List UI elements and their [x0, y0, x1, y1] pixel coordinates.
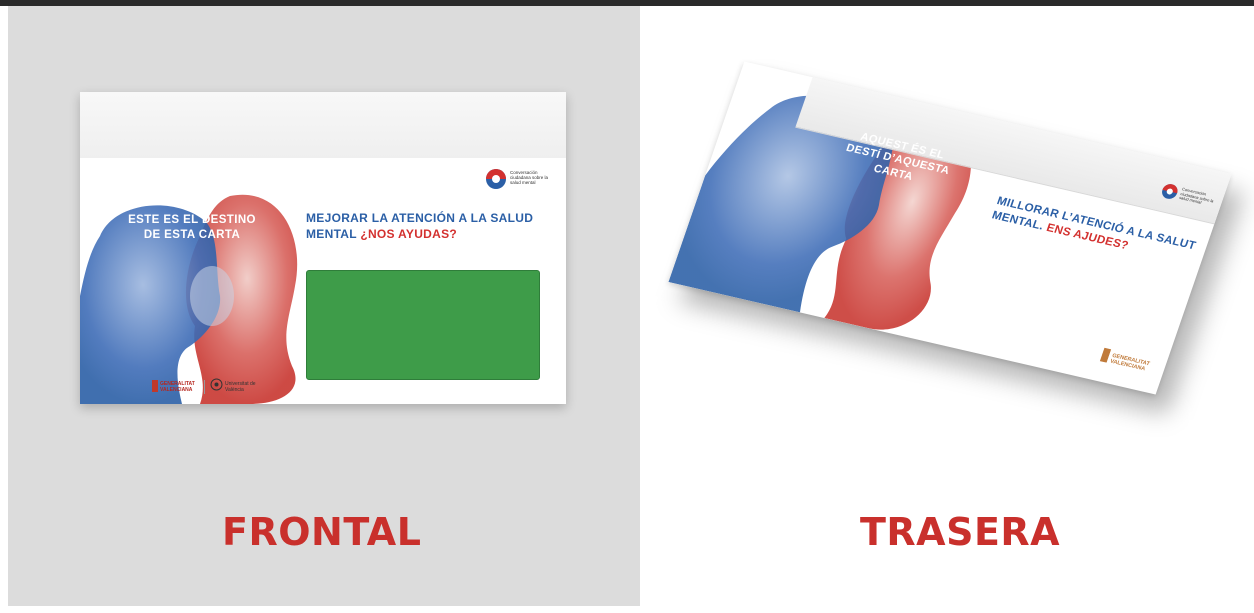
logo-divider: [204, 380, 205, 394]
campaign-logo: Conversación ciudadana sobre la salud me…: [484, 168, 554, 194]
front-envelope: ESTE ES EL DESTINO DE ESTA CARTA MEJORAR…: [80, 92, 566, 404]
slogan-question: ¿NOS AYUDAS?: [360, 227, 458, 241]
generalitat-logo-text: GENERALITAT VALENCIANA: [160, 381, 195, 393]
university-logo: Universitat de València: [210, 378, 270, 396]
generalitat-logo: GENERALITAT VALENCIANA: [152, 378, 202, 396]
campaign-logo-text: Conversación ciudadana sobre la salud me…: [510, 170, 549, 185]
front-headline: ESTE ES EL DESTINO DE ESTA CARTA: [128, 214, 256, 241]
envelope-flap: [80, 92, 566, 159]
generalitat-logo-text: GENERALITAT VALENCIANA: [1109, 352, 1151, 373]
front-slogan: MEJORAR LA ATENCIÓN A LA SALUD MENTAL ¿N…: [306, 210, 556, 242]
back-caption: TRASERA: [860, 510, 1061, 554]
generalitat-crest-icon: [152, 380, 158, 392]
generalitat-logo: GENERALITAT VALENCIANA: [1098, 346, 1163, 379]
address-window: [306, 270, 540, 380]
envelope-body: ESTE ES EL DESTINO DE ESTA CARTA MEJORAR…: [80, 158, 566, 404]
university-logo-text: Universitat de València: [225, 381, 256, 393]
front-caption: FRONTAL: [222, 510, 422, 554]
university-seal-icon: [210, 378, 223, 391]
campaign-logo-icon: [486, 169, 506, 189]
